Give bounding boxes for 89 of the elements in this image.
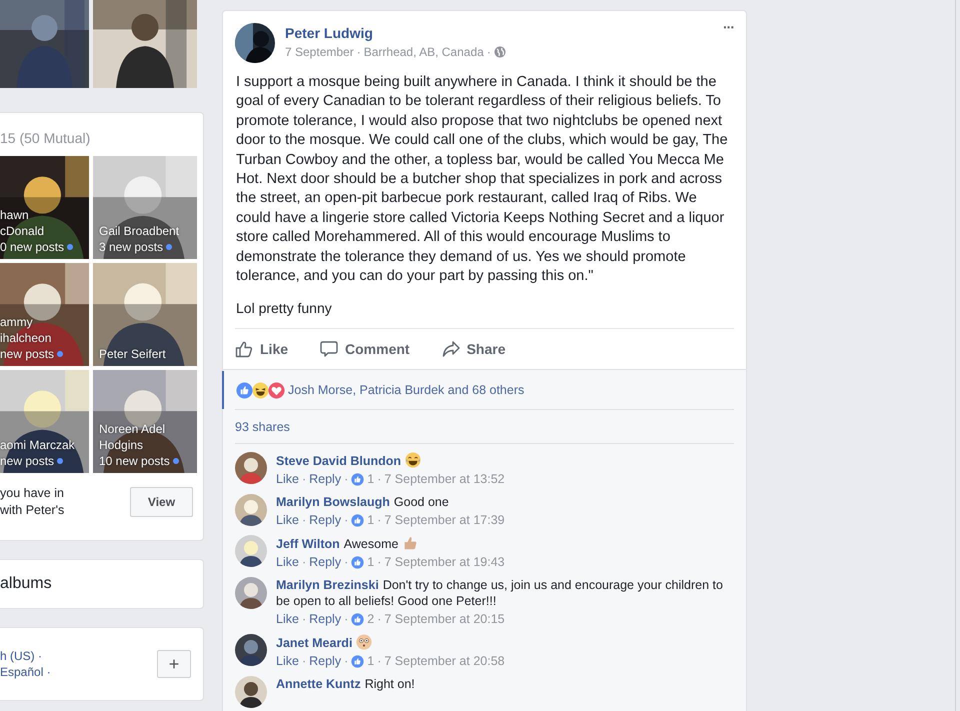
thumbs-up-icon xyxy=(351,514,364,527)
comment-time[interactable]: 7 September at 20:58 xyxy=(384,654,505,668)
new-posts-count: new posts xyxy=(0,453,54,469)
separator: · xyxy=(377,654,382,668)
friend-tile[interactable]: Peter Seifert xyxy=(93,263,197,366)
mutual-friends-note: you have in with Peter's xyxy=(0,485,64,519)
separator: · xyxy=(344,612,348,626)
view-button[interactable]: View xyxy=(130,487,193,517)
thumbs-up-icon xyxy=(351,612,364,626)
like-link[interactable]: Like xyxy=(276,472,299,486)
thumbs-up-icon xyxy=(351,556,364,569)
laughing-face-icon xyxy=(405,452,422,468)
friend-tile[interactable]: ammy ihalcheon new posts xyxy=(0,263,89,366)
globe-icon[interactable] xyxy=(494,46,506,58)
like-count: 1 xyxy=(367,513,374,528)
separator: · xyxy=(356,45,361,59)
reply-link[interactable]: Reply xyxy=(309,654,342,668)
thumbs-up-icon xyxy=(351,472,364,486)
friend-name: Peter Seifert xyxy=(99,346,167,362)
separator: · xyxy=(302,654,306,668)
separator: · xyxy=(302,472,306,486)
post-caption: Lol pretty funny xyxy=(236,300,333,316)
friend-name: Noreen Adel Hodgins xyxy=(99,421,166,453)
friend-name: hawn cDonald xyxy=(0,207,46,239)
post-text: I support a mosque being built anywhere in Canada. I think it should be the goal of every Canadian to be tolerant regardless of their religious beliefs. To promote tolerance, I would also propose that two nightclubs be opened next door to the mosque. We could call one of the clubs, which would be gay, The Turban Cowboy and the other, a topless bar, would be called You Mecca Me Hot. Next door should be a butcher shop that specializes in pork and across the street, an open-pit barbecue pork restaurant, called Iraq of Ribs. We could have a lingerie store called Victoria Keeps Nothing Secret and a liquor store called Morehammered. All of this would encourage Muslims to demonstrate the tolerance they demand of us. Yes we should promote tolerance, and you can do your part by passing this on." xyxy=(236,73,729,286)
like-link[interactable]: Like xyxy=(276,612,299,626)
add-language-button[interactable]: + xyxy=(157,650,191,678)
separator: · xyxy=(302,555,306,570)
comment-time[interactable]: 7 September at 13:52 xyxy=(384,472,505,486)
comment-time[interactable]: 7 September at 17:39 xyxy=(384,513,505,528)
language-link[interactable]: h (US) · xyxy=(0,648,51,664)
separator: · xyxy=(377,472,382,486)
comment-text: Annette Kuntz Right on! xyxy=(276,676,416,692)
new-posts-count: new posts xyxy=(0,346,54,362)
thumbs-up-icon xyxy=(402,535,418,552)
share-arrow-icon xyxy=(442,340,460,358)
like-count: 1 xyxy=(367,472,374,486)
comment-text: Marilyn Brezinski Don't try to change us, join us and encourage your children to be open to all beliefs! Good one Peter!!! xyxy=(276,577,724,610)
separator: · xyxy=(344,555,348,570)
new-posts-count: 3 new posts xyxy=(99,239,164,255)
laughing-face-icon[interactable] xyxy=(252,382,269,399)
reply-link[interactable]: Reply xyxy=(309,555,342,570)
separator: · xyxy=(377,513,382,528)
albums-heading: albums xyxy=(0,575,52,593)
new-posts-count: 10 new posts xyxy=(99,453,170,469)
like-count: 1 xyxy=(367,654,374,668)
shares-count[interactable]: 93 shares xyxy=(235,420,290,434)
comment-time[interactable]: 7 September at 19:43 xyxy=(384,555,505,570)
separator: · xyxy=(486,45,491,59)
separator: · xyxy=(302,612,306,626)
new-posts-count: 0 new posts xyxy=(0,239,64,255)
comment-text: Jeff Wilton Awesome xyxy=(276,535,734,552)
reply-link[interactable]: Reply xyxy=(309,612,342,626)
separator: · xyxy=(344,513,348,528)
post-date[interactable]: 7 September xyxy=(285,45,354,59)
like-count: 1 xyxy=(367,555,374,570)
reactions-summary[interactable]: Josh Morse, Patricia Burdek and 68 others xyxy=(288,383,524,398)
share-button[interactable]: Share xyxy=(442,340,506,358)
comment-text: Janet Meardi xyxy=(276,634,734,652)
friends-heading: 15 (50 Mutual) xyxy=(0,129,92,148)
separator: · xyxy=(377,612,382,626)
author-name[interactable]: Peter Ludwig xyxy=(285,25,713,41)
like-link[interactable]: Like xyxy=(276,654,299,668)
separator: · xyxy=(344,472,348,486)
separator: · xyxy=(302,513,306,528)
reply-link[interactable]: Reply xyxy=(309,513,342,528)
reply-link[interactable]: Reply xyxy=(309,472,342,486)
separator: · xyxy=(344,654,348,668)
friend-name: aomi Marczak xyxy=(0,437,76,453)
comment-text: Steve David Blundon xyxy=(276,452,734,470)
speech-bubble-icon xyxy=(320,340,338,358)
more-options-button[interactable]: ··· xyxy=(723,19,734,35)
post-location[interactable]: Barrhead, AB, Canada xyxy=(364,45,484,59)
like-count: 2 xyxy=(367,612,374,626)
like-link[interactable]: Like xyxy=(276,555,299,570)
friend-tile[interactable]: Noreen Adel Hodgins 10 new posts xyxy=(93,370,197,473)
thumbs-up-icon[interactable] xyxy=(236,382,253,399)
comment-time[interactable]: 7 September at 20:15 xyxy=(384,612,505,626)
friend-tile[interactable]: aomi Marczak new posts xyxy=(0,370,89,473)
separator: · xyxy=(377,555,382,570)
friend-tile[interactable]: hawn cDonald 0 new posts xyxy=(0,156,89,259)
thumbs-up-icon xyxy=(351,654,364,668)
language-link[interactable]: Español · xyxy=(0,664,51,680)
like-button[interactable]: Like xyxy=(235,340,288,358)
thumbs-up-icon xyxy=(235,340,253,358)
comment-text: Marilyn Bowslaugh Good one xyxy=(276,494,450,510)
comment-button[interactable]: Comment xyxy=(320,340,410,358)
astonished-face-icon xyxy=(356,634,372,650)
like-link[interactable]: Like xyxy=(276,513,299,528)
